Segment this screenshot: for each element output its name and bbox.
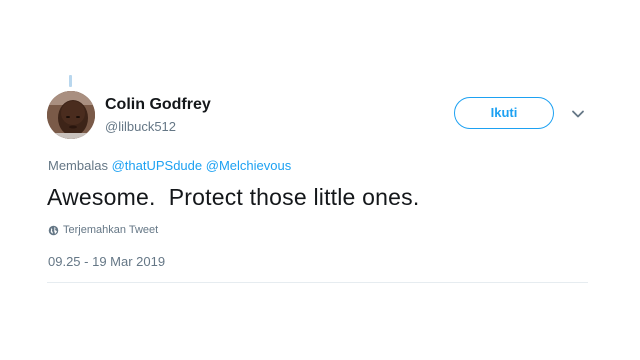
follow-button[interactable]: Ikuti	[454, 97, 554, 129]
tweet-timestamp[interactable]: 09.25 - 19 Mar 2019	[48, 254, 165, 269]
mention-link[interactable]: @Melchievous	[206, 158, 291, 173]
mention-link[interactable]: @thatUPSdude	[112, 158, 203, 173]
tweet-detail: Colin Godfrey @lilbuck512 Ikuti Membalas…	[0, 0, 640, 360]
chevron-down-icon[interactable]	[570, 106, 586, 122]
reply-prefix: Membalas	[48, 158, 108, 173]
tweet-text: Awesome. Protect those little ones.	[47, 184, 420, 210]
avatar[interactable]	[47, 91, 95, 139]
divider	[47, 282, 588, 283]
author-name[interactable]: Colin Godfrey	[105, 96, 211, 114]
thread-connector-line	[69, 75, 72, 87]
translate-tweet-link[interactable]: Terjemahkan Tweet	[48, 224, 158, 236]
translate-label: Terjemahkan Tweet	[63, 224, 159, 236]
reply-context: Membalas @thatUPSdude @Melchievous	[48, 158, 291, 173]
author-handle[interactable]: @lilbuck512	[105, 119, 176, 134]
globe-icon	[48, 225, 59, 235]
avatar-photo	[47, 91, 95, 139]
